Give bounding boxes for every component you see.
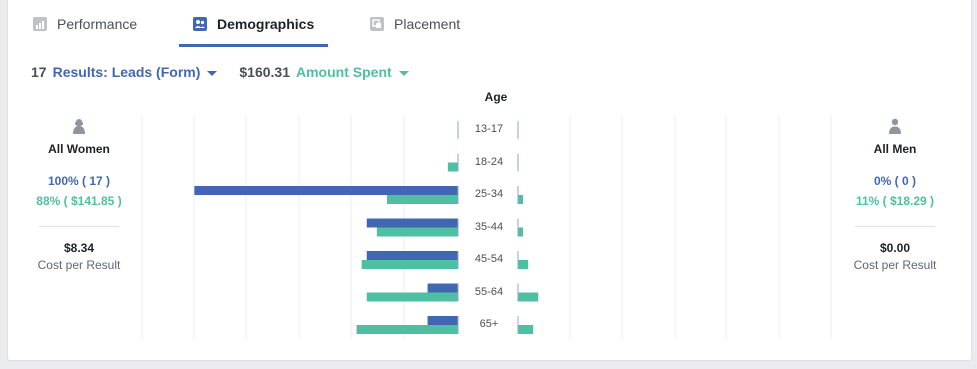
women-spent-bar xyxy=(376,227,458,237)
women-results-bar xyxy=(194,186,459,195)
age-tick-label: 18-24 xyxy=(474,155,504,168)
women-spent-bar xyxy=(447,162,458,172)
women-spent-bar xyxy=(356,325,458,334)
age-tick-label: 25-34 xyxy=(474,188,504,200)
age-tick-label: 45-54 xyxy=(474,253,504,265)
age-tick-label: 55-64 xyxy=(474,285,504,298)
women-results-bar xyxy=(427,316,458,325)
men-spent-bar xyxy=(518,292,539,302)
women-spent-bar xyxy=(387,195,458,204)
age-tick-label: 65+ xyxy=(479,318,499,330)
women-results-bar xyxy=(366,218,458,228)
women-results-bar xyxy=(366,251,458,260)
men-spent-bar xyxy=(518,260,529,269)
age-tick-label: 13-17 xyxy=(474,123,504,135)
women-results-bar xyxy=(427,283,458,293)
men-spent-bar xyxy=(518,325,534,334)
women-spent-bar xyxy=(366,292,458,302)
age-gender-bar-chart xyxy=(141,116,832,339)
women-spent-bar xyxy=(361,260,458,269)
demographics-panel: Performance Demographics Placement 17 Re… xyxy=(7,0,972,361)
age-tick-label: 35-44 xyxy=(474,220,504,233)
